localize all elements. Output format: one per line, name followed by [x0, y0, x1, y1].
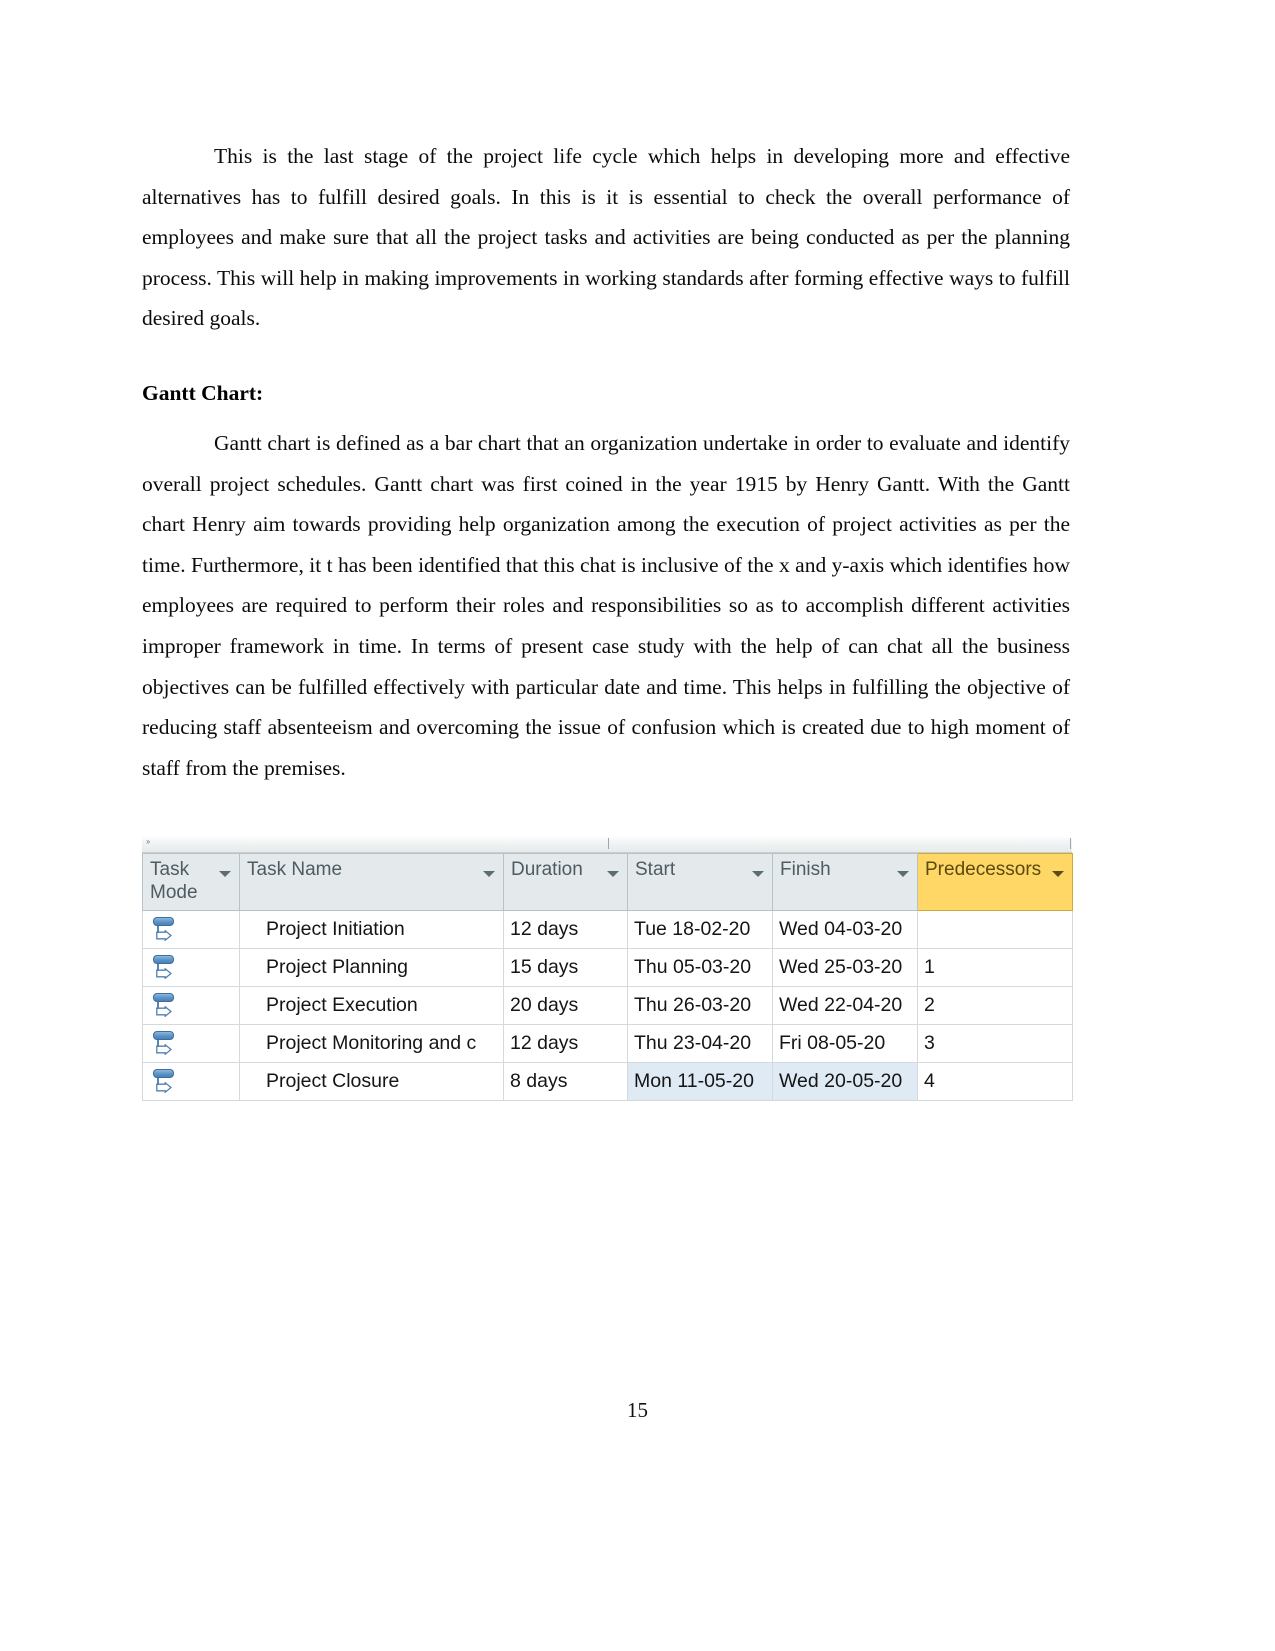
cell-duration[interactable]: 15 days [503, 948, 628, 987]
auto-scheduled-icon [151, 1030, 181, 1058]
column-header-duration-label: Duration [511, 859, 583, 880]
cell-finish[interactable]: Fri 08-05-20 [772, 1024, 918, 1063]
auto-scheduled-icon [151, 992, 181, 1020]
document-page: This is the last stage of the project li… [0, 0, 1275, 1651]
filter-dropdown-icon[interactable] [897, 871, 909, 877]
section-heading-gantt-chart: Gantt Chart: [142, 380, 264, 405]
cell-finish[interactable]: Wed 04-03-20 [772, 910, 918, 949]
cell-predecessors[interactable]: 1 [917, 948, 1073, 987]
table-ruler-strip: ›› [142, 836, 1072, 853]
auto-scheduled-icon [151, 954, 181, 982]
column-header-task-mode[interactable]: Task Mode [142, 853, 240, 911]
page-number: 15 [627, 1398, 648, 1422]
cell-task-mode[interactable] [142, 910, 240, 949]
ruler-tick [608, 838, 609, 849]
cell-duration[interactable]: 12 days [503, 910, 628, 949]
table-row[interactable]: Project Monitoring and c 12 days Thu 23-… [142, 1024, 1073, 1063]
table-body: Project Initiation 12 days Tue 18-02-20 … [142, 910, 1073, 1101]
column-header-task-name[interactable]: Task Name [239, 853, 504, 911]
table-header-row: Task Mode Task Name Duration Start Finis… [142, 853, 1073, 911]
cell-duration[interactable]: 20 days [503, 986, 628, 1025]
cell-duration[interactable]: 8 days [503, 1062, 628, 1101]
cell-task-name[interactable]: Project Initiation [239, 910, 504, 949]
project-task-table: Task Mode Task Name Duration Start Finis… [142, 853, 1073, 1101]
cell-duration[interactable]: 12 days [503, 1024, 628, 1063]
paragraph-gantt-chart-description: Gantt chart is defined as a bar chart th… [142, 430, 1070, 780]
cell-task-mode[interactable] [142, 1062, 240, 1101]
cell-start[interactable]: Tue 18-02-20 [627, 910, 773, 949]
cell-predecessors[interactable]: 3 [917, 1024, 1073, 1063]
table-row[interactable]: Project Execution 20 days Thu 26-03-20 W… [142, 986, 1073, 1025]
filter-dropdown-icon[interactable] [752, 871, 764, 877]
cell-task-name[interactable]: Project Closure [239, 1062, 504, 1101]
cell-start[interactable]: Mon 11-05-20 [627, 1062, 773, 1101]
cell-task-mode[interactable] [142, 1024, 240, 1063]
column-header-duration[interactable]: Duration [503, 853, 628, 911]
column-header-predecessors-label: Predecessors [925, 859, 1042, 880]
document-body: This is the last stage of the project li… [142, 136, 1070, 788]
table-row[interactable]: Project Planning 15 days Thu 05-03-20 We… [142, 948, 1073, 987]
column-header-finish-label: Finish [780, 859, 831, 880]
cell-predecessors[interactable] [917, 910, 1073, 949]
cell-finish[interactable]: Wed 22-04-20 [772, 986, 918, 1025]
cell-task-mode[interactable] [142, 948, 240, 987]
cell-start[interactable]: Thu 26-03-20 [627, 986, 773, 1025]
filter-dropdown-icon[interactable] [483, 871, 495, 877]
heading-spacer [142, 409, 1070, 423]
filter-dropdown-icon[interactable] [1052, 871, 1064, 877]
auto-scheduled-icon [151, 1068, 181, 1096]
cell-task-name[interactable]: Project Execution [239, 986, 504, 1025]
paragraph-project-life-cycle: This is the last stage of the project li… [142, 144, 1070, 331]
column-header-start-label: Start [635, 859, 676, 880]
filter-dropdown-icon[interactable] [219, 871, 231, 877]
auto-scheduled-icon [151, 916, 181, 944]
cell-task-name[interactable]: Project Planning [239, 948, 504, 987]
ruler-left-mark: ›› [146, 837, 150, 846]
cell-start[interactable]: Thu 05-03-20 [627, 948, 773, 987]
cell-predecessors[interactable]: 4 [917, 1062, 1073, 1101]
table-row[interactable]: Project Closure 8 days Mon 11-05-20 Wed … [142, 1062, 1073, 1101]
cell-start[interactable]: Thu 23-04-20 [627, 1024, 773, 1063]
column-header-task-name-label: Task Name [247, 859, 343, 880]
filter-dropdown-icon[interactable] [607, 871, 619, 877]
column-header-finish[interactable]: Finish [772, 853, 918, 911]
column-header-task-mode-label: Task Mode [150, 859, 198, 903]
cell-predecessors[interactable]: 2 [917, 986, 1073, 1025]
table-row[interactable]: Project Initiation 12 days Tue 18-02-20 … [142, 910, 1073, 949]
cell-finish[interactable]: Wed 25-03-20 [772, 948, 918, 987]
gantt-project-table-screenshot: ›› Task Mode Task Name Duration Start Fi… [142, 836, 1073, 1101]
cell-finish[interactable]: Wed 20-05-20 [772, 1062, 918, 1101]
cell-task-mode[interactable] [142, 986, 240, 1025]
column-header-start[interactable]: Start [627, 853, 773, 911]
column-header-predecessors[interactable]: Predecessors [917, 853, 1073, 911]
ruler-tick [1070, 838, 1071, 849]
cell-task-name[interactable]: Project Monitoring and c [239, 1024, 504, 1063]
